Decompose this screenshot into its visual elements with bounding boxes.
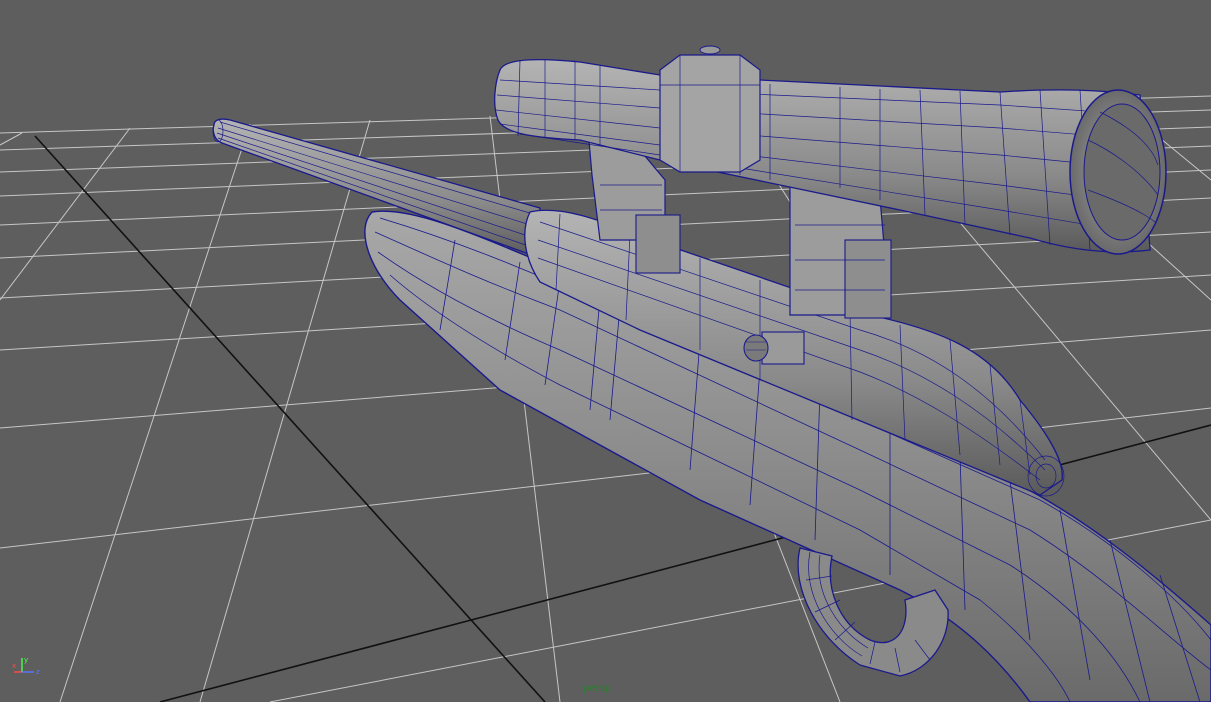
bolt-knob[interactable] bbox=[743, 331, 805, 365]
y-axis-label: y bbox=[24, 656, 28, 664]
rifle-stock[interactable] bbox=[364, 210, 1211, 702]
camera-label: persp bbox=[583, 683, 612, 694]
z-axis-label: z bbox=[36, 668, 40, 676]
scope-objective-lens[interactable] bbox=[1069, 89, 1167, 255]
perspective-viewport[interactable]: x y z persp bbox=[0, 0, 1211, 702]
x-axis-label: x bbox=[12, 662, 16, 670]
scope-turret[interactable] bbox=[659, 45, 761, 173]
axis-gizmo: x y z bbox=[12, 656, 40, 676]
viewport-scene[interactable] bbox=[0, 0, 1211, 702]
